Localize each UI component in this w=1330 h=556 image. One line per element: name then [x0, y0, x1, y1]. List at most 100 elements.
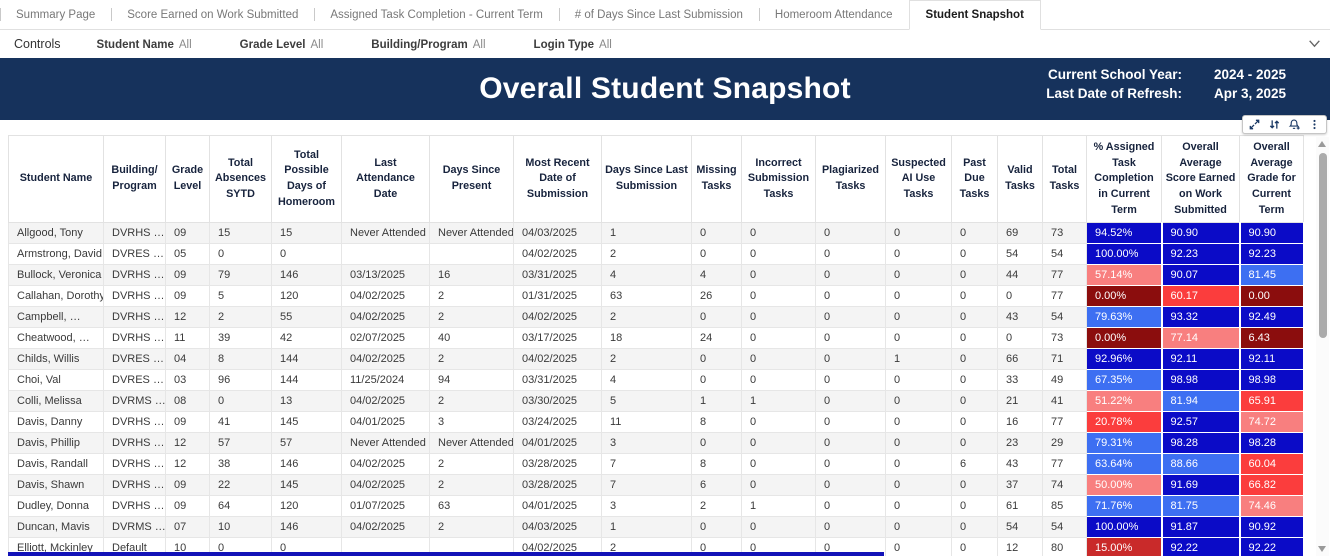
table-cell[interactable]: 4	[601, 264, 692, 287]
table-cell[interactable]: 0	[885, 222, 952, 245]
table-cell[interactable]: 8	[209, 348, 272, 371]
column-header-overall-average-grade-for-current-term[interactable]: Overall Average Grade for Current Term	[1239, 134, 1304, 224]
tab-score-earned-on-work-submitted[interactable]: Score Earned on Work Submitted	[111, 0, 314, 29]
column-header-assigned-task-completion-in-current-term[interactable]: % Assigned Task Completion in Current Te…	[1086, 134, 1162, 224]
metric-cell[interactable]: 98.28	[1161, 432, 1241, 455]
table-cell[interactable]: 04/01/2025	[341, 411, 430, 434]
table-cell[interactable]: 1	[601, 222, 692, 245]
table-cell[interactable]: 2	[429, 348, 514, 371]
table-cell[interactable]: 0	[885, 285, 952, 308]
table-cell[interactable]: 03/17/2025	[513, 327, 602, 350]
table-cell[interactable]: Davis, Danny	[8, 411, 104, 434]
column-header-days-since-present[interactable]: Days Since Present	[429, 134, 514, 224]
scrollbar-thumb[interactable]	[1318, 153, 1327, 338]
table-cell[interactable]: 21	[997, 390, 1043, 413]
table-cell[interactable]: Bullock, Veronica	[8, 264, 104, 287]
metric-cell[interactable]: 0.00%	[1086, 327, 1163, 350]
table-cell[interactable]: Davis, Phillip	[8, 432, 104, 455]
metric-cell[interactable]: 74.72	[1239, 411, 1305, 434]
metric-cell[interactable]: 57.14%	[1086, 264, 1163, 287]
table-cell[interactable]: DVRHS …	[103, 264, 166, 287]
metric-cell[interactable]: 90.92	[1239, 516, 1305, 539]
table-cell[interactable]: 0	[691, 306, 742, 329]
table-cell[interactable]: 8	[691, 411, 742, 434]
table-cell[interactable]: 66	[997, 348, 1043, 371]
table-cell[interactable]: 85	[1042, 495, 1087, 518]
table-cell[interactable]: 03/28/2025	[513, 474, 602, 497]
table-cell[interactable]: 44	[997, 264, 1043, 287]
table-cell[interactable]: 63	[601, 285, 692, 308]
table-cell[interactable]: 7	[601, 453, 692, 476]
table-cell[interactable]: 0	[815, 348, 886, 371]
table-cell[interactable]: 6	[691, 474, 742, 497]
table-cell[interactable]: 0	[885, 327, 952, 350]
metric-cell[interactable]: 77.14	[1161, 327, 1241, 350]
table-cell[interactable]	[429, 243, 514, 266]
table-cell[interactable]: 12	[165, 432, 210, 455]
table-cell[interactable]: 73	[1042, 327, 1087, 350]
table-cell[interactable]: 0	[885, 432, 952, 455]
table-cell[interactable]: 2	[429, 516, 514, 539]
table-cell[interactable]: 0	[885, 516, 952, 539]
metric-cell[interactable]: 0.00	[1239, 285, 1305, 308]
table-cell[interactable]: 2	[429, 390, 514, 413]
tab-student-snapshot[interactable]: Student Snapshot	[908, 0, 1041, 30]
table-cell[interactable]: 13	[271, 390, 342, 413]
table-cell[interactable]: 0	[691, 516, 742, 539]
table-cell[interactable]: DVRHS …	[103, 432, 166, 455]
table-cell[interactable]: 41	[1042, 390, 1087, 413]
table-cell[interactable]: 3	[429, 411, 514, 434]
column-header-total-absences-sytd[interactable]: Total Absences SYTD	[209, 134, 272, 224]
metric-cell[interactable]: 79.31%	[1086, 432, 1163, 455]
table-cell[interactable]: 146	[271, 264, 342, 287]
table-cell[interactable]: 09	[165, 222, 210, 245]
scroll-up-icon[interactable]	[1318, 141, 1326, 147]
table-cell[interactable]: 0	[815, 474, 886, 497]
table-cell[interactable]: 0	[997, 285, 1043, 308]
metric-cell[interactable]: 94.52%	[1086, 222, 1163, 245]
table-cell[interactable]: 07	[165, 516, 210, 539]
table-cell[interactable]: DVRHS …	[103, 474, 166, 497]
table-cell[interactable]: 03/28/2025	[513, 453, 602, 476]
metric-cell[interactable]: 51.22%	[1086, 390, 1163, 413]
vertical-scrollbar[interactable]	[1316, 137, 1329, 556]
table-cell[interactable]: 04/02/2025	[341, 348, 430, 371]
metric-cell[interactable]: 81.94	[1161, 390, 1241, 413]
table-cell[interactable]: 15	[271, 222, 342, 245]
table-cell[interactable]: 0	[951, 327, 998, 350]
scroll-down-icon[interactable]	[1318, 546, 1326, 552]
table-cell[interactable]: 94	[429, 369, 514, 392]
tab-homeroom-attendance[interactable]: Homeroom Attendance	[758, 0, 909, 29]
metric-cell[interactable]: 50.00%	[1086, 474, 1163, 497]
column-header-overall-average-score-earned-on-work-submitted[interactable]: Overall Average Score Earned on Work Sub…	[1161, 134, 1240, 224]
table-cell[interactable]: 146	[271, 453, 342, 476]
metric-cell[interactable]: 79.63%	[1086, 306, 1163, 329]
table-cell[interactable]: DVRES …	[103, 243, 166, 266]
metric-cell[interactable]: 63.64%	[1086, 453, 1163, 476]
table-cell[interactable]: 0	[885, 537, 952, 556]
table-cell[interactable]: 0	[885, 390, 952, 413]
table-cell[interactable]: 22	[209, 474, 272, 497]
table-cell[interactable]: 04/01/2025	[513, 495, 602, 518]
table-cell[interactable]: 3	[601, 432, 692, 455]
table-cell[interactable]: 0	[951, 369, 998, 392]
filter-student-name[interactable]: Student Name All	[97, 35, 192, 53]
table-cell[interactable]: 73	[1042, 222, 1087, 245]
table-cell[interactable]: 2	[429, 285, 514, 308]
table-cell[interactable]: 0	[951, 474, 998, 497]
table-cell[interactable]: 0	[741, 432, 816, 455]
table-cell[interactable]: 16	[429, 264, 514, 287]
table-cell[interactable]: 0	[951, 264, 998, 287]
table-cell[interactable]: DVRMS …	[103, 516, 166, 539]
table-cell[interactable]: 0	[741, 474, 816, 497]
table-cell[interactable]: 42	[271, 327, 342, 350]
table-cell[interactable]: 0	[951, 348, 998, 371]
table-cell[interactable]: 0	[815, 222, 886, 245]
metric-cell[interactable]: 92.11	[1161, 348, 1241, 371]
table-cell[interactable]: 6	[951, 453, 998, 476]
table-cell[interactable]: 0	[885, 474, 952, 497]
table-cell[interactable]: 12	[165, 306, 210, 329]
table-cell[interactable]: 144	[271, 348, 342, 371]
table-cell[interactable]: Never Attended	[429, 432, 514, 455]
table-cell[interactable]: 0	[815, 453, 886, 476]
